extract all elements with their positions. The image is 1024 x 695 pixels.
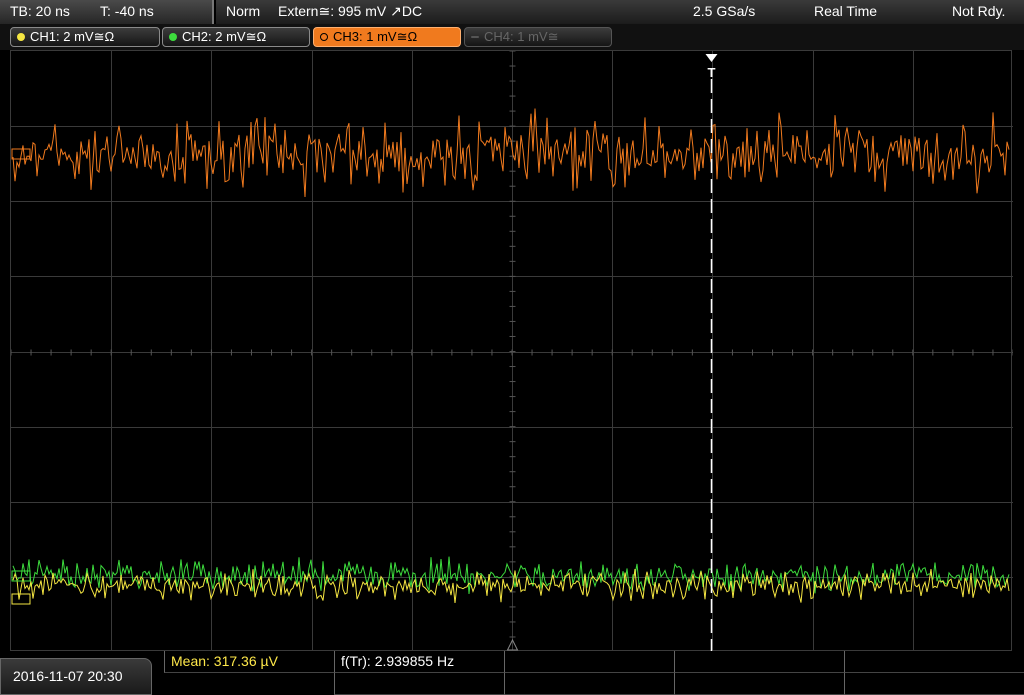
measurement-table[interactable]: Mean: 317.36 µV f(Tr): 2.939855 Hz (164, 651, 1024, 695)
channel-4-dash-icon (471, 36, 479, 38)
measurement-freq-cell[interactable]: f(Tr): 2.939855 Hz (334, 651, 504, 673)
channel-2-button[interactable]: CH2: 2 mV≅Ω (162, 27, 310, 47)
channel-1-offset-marker (11, 593, 31, 605)
measurement-empty-cell[interactable] (504, 673, 674, 695)
measurement-empty-cell[interactable] (674, 651, 844, 673)
waveform-display[interactable]: T (10, 50, 1013, 652)
trigger-mode-label: Norm (226, 3, 261, 19)
channel-1-button[interactable]: CH1: 2 mV≅Ω (10, 27, 160, 47)
channel-3-button[interactable]: CH3: 1 mV≅Ω (313, 27, 461, 47)
trigger-status-strip[interactable]: Norm Extern≅: 995 mV ↗DC 2.5 GSa/s Real … (216, 0, 1024, 24)
trigger-source-label: Extern≅: 995 mV ↗DC (278, 3, 423, 19)
measurement-empty-cell[interactable] (844, 673, 1024, 695)
channel-2-dot-icon (169, 33, 177, 41)
sample-rate-label: 2.5 GSa/s (693, 3, 756, 19)
measurement-empty-cell[interactable] (504, 651, 674, 673)
measurement-mean: Mean: 317.36 µV (171, 653, 278, 669)
channel-3-dot-icon (320, 33, 328, 41)
measurement-mean-cell[interactable]: Mean: 317.36 µV (164, 651, 334, 673)
channel-bar: CH1: 2 mV≅Ω CH2: 2 mV≅Ω CH3: 1 mV≅Ω CH4:… (0, 24, 1024, 50)
status-bar: TB: 20 ns T: -40 ns Norm Extern≅: 995 mV… (0, 0, 1024, 24)
measurement-bar: 2016-11-07 20:30 Mean: 317.36 µV f(Tr): … (0, 651, 1024, 695)
trigger-time-label: T: -40 ns (100, 3, 154, 19)
measurement-frequency: f(Tr): 2.939855 Hz (341, 653, 455, 669)
measurement-empty-cell[interactable] (334, 673, 504, 695)
channel-3-label: CH3: 1 mV≅Ω (333, 29, 418, 44)
trigger-marker-label: T (708, 65, 716, 80)
measurement-empty-cell[interactable] (844, 651, 1024, 673)
waveform-canvas: T (11, 51, 1013, 652)
channel-4-button[interactable]: CH4: 1 mV≅ (464, 27, 612, 47)
channel-4-label: CH4: 1 mV≅ (484, 29, 559, 44)
channel-1-dot-icon (17, 33, 25, 41)
timebase-label: TB: 20 ns (10, 3, 70, 19)
channel-3-trace (12, 108, 1010, 198)
ready-status-label: Not Rdy. (952, 3, 1006, 19)
measurement-empty-cell[interactable] (674, 673, 844, 695)
datetime-label: 2016-11-07 20:30 (13, 668, 123, 684)
channel-1-label: CH1: 2 mV≅Ω (30, 29, 115, 44)
acquisition-mode-label: Real Time (814, 3, 878, 19)
channel-2-label: CH2: 2 mV≅Ω (182, 29, 267, 44)
trigger-arrow-icon (705, 54, 718, 62)
datetime-panel[interactable]: 2016-11-07 20:30 (0, 658, 152, 695)
timebase-panel[interactable]: TB: 20 ns T: -40 ns (0, 0, 214, 24)
